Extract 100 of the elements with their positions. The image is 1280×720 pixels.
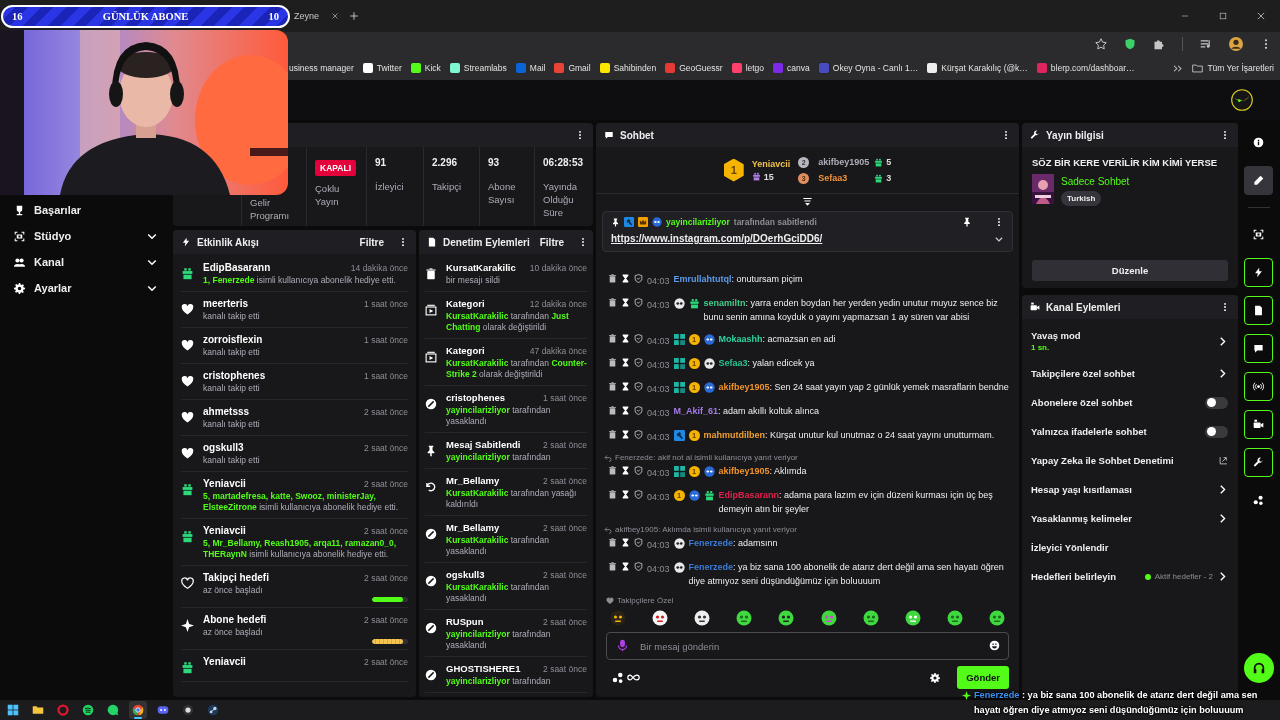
delete-icon[interactable] [608,298,617,307]
emote-icon[interactable] [820,610,837,626]
avatar-icon[interactable] [1229,37,1243,51]
rail-button[interactable] [1244,166,1273,195]
bookmark[interactable]: letgo [731,63,765,73]
emote-icon[interactable] [904,610,921,626]
action-row[interactable]: İzleyici Yönlendir [1022,533,1238,562]
shield-icon[interactable] [634,382,643,391]
shield-icon[interactable] [634,334,643,343]
delete-icon[interactable] [608,358,617,367]
rail-button[interactable] [1244,296,1273,325]
bookmark-folder[interactable]: Tüm Yer İşaretleri [1192,62,1274,74]
emote-icon[interactable] [610,610,626,626]
rail-button[interactable] [1244,410,1273,439]
logo-icon[interactable] [1231,89,1253,111]
bookmark[interactable]: Twitter [362,63,402,73]
shield-icon[interactable] [634,406,643,415]
new-tab-icon[interactable] [349,11,359,21]
emote-icon[interactable] [736,610,753,626]
filter-button[interactable]: Filtre [355,234,388,250]
bookmark[interactable]: usiness manager [289,63,354,73]
shield-icon[interactable] [634,466,643,475]
delete-icon[interactable] [608,490,617,499]
delete-icon[interactable] [608,466,617,475]
bookmark[interactable]: Mail [515,63,546,73]
delete-icon[interactable] [608,334,617,343]
timeout-icon[interactable] [621,538,630,547]
pinned-link[interactable]: https://www.instagram.com/p/DOerhGciDD6/ [611,233,823,244]
action-row[interactable]: Yavaş mod 1 sn. [1022,323,1238,359]
timeout-icon[interactable] [621,466,630,475]
bookmark-star-icon[interactable] [1095,38,1107,50]
close-icon[interactable] [331,12,339,20]
action-row[interactable]: Takipçilere özel sohbet [1022,359,1238,388]
extensions-icon[interactable] [1153,38,1165,50]
shield-icon[interactable] [634,298,643,307]
bookmark[interactable]: blerp.com/dashboar… [1036,63,1135,73]
emote-icon[interactable] [862,610,879,626]
message-input[interactable]: Bir mesaj gönderin [606,632,1009,660]
close-icon[interactable] [1256,11,1266,21]
timeout-icon[interactable] [621,406,630,415]
shield-icon[interactable] [634,274,643,283]
delete-icon[interactable] [608,430,617,439]
shield-icon[interactable] [1124,38,1136,50]
dots-icon[interactable] [612,671,624,684]
maximize-icon[interactable] [1218,11,1228,21]
timeout-icon[interactable] [621,430,630,439]
delete-icon[interactable] [608,382,617,391]
emote-icon[interactable] [694,610,711,626]
shield-icon[interactable] [634,538,643,547]
filter-button[interactable]: Filtre [535,234,569,250]
nav-item[interactable]: Stüdyo [0,223,170,249]
nav-item[interactable]: Başarılar [0,197,170,223]
action-row[interactable]: Yapay Zeka ile Sohbet Denetimi [1022,446,1238,475]
settings-icon[interactable] [930,672,941,683]
bookmark[interactable]: Gmail [554,63,591,73]
nav-item[interactable]: Kanal [0,249,170,275]
timeout-icon[interactable] [621,382,630,391]
action-row[interactable]: Abonelere özel sohbet [1022,388,1238,417]
media-icon[interactable] [1200,38,1212,50]
action-row[interactable]: Yalnızca ifadelerle sohbet [1022,417,1238,446]
emote-icon[interactable] [989,610,1005,626]
category-link[interactable]: Sadece Sohbet [1061,176,1130,187]
support-button[interactable] [1243,653,1274,683]
bookmark[interactable]: Kürşat Karakılıç (@k… [927,63,1028,73]
emote-icon[interactable] [778,610,795,626]
delete-icon[interactable] [608,406,617,415]
emote-icon[interactable] [652,610,669,626]
delete-icon[interactable] [608,274,617,283]
collapse-icon[interactable] [802,196,813,207]
nav-item[interactable]: Ayarlar [0,275,170,301]
emoji-icon[interactable] [989,640,1000,651]
shield-icon[interactable] [634,490,643,499]
timeout-icon[interactable] [621,334,630,343]
timeout-icon[interactable] [621,562,630,571]
bookmark[interactable]: GeoGuessr [665,63,723,73]
toggle-switch[interactable] [1205,425,1228,438]
emote-icon[interactable] [946,610,963,626]
action-row[interactable]: Hedefleri belirleyin Aktif hedefler - 2 [1022,562,1238,591]
action-row[interactable]: Yasaklanmış kelimeler [1022,504,1238,533]
bookmark[interactable]: Streamlabs [449,63,507,73]
toggle-switch[interactable] [1205,396,1228,409]
timeout-icon[interactable] [621,274,630,283]
rail-button[interactable] [1244,372,1273,401]
bookmark[interactable]: canva [773,63,810,73]
unpin-icon[interactable] [962,217,972,227]
bookmark[interactable]: Sahibinden [599,63,657,73]
edit-button[interactable]: Düzenle [1032,260,1228,281]
rail-button[interactable] [1244,334,1273,363]
timeout-icon[interactable] [621,358,630,367]
action-row[interactable]: Hesap yaşı kısıtlaması [1022,475,1238,504]
delete-icon[interactable] [608,538,617,547]
timeout-icon[interactable] [621,490,630,499]
timeout-icon[interactable] [621,298,630,307]
microphone-icon[interactable] [616,639,629,652]
rail-button[interactable] [1244,258,1273,287]
shield-icon[interactable] [634,430,643,439]
shield-icon[interactable] [634,358,643,367]
rail-button[interactable] [1244,448,1273,477]
bookmark[interactable]: Okey Oyna - Canlı 1… [818,63,919,73]
send-button[interactable]: Gönder [957,666,1009,689]
